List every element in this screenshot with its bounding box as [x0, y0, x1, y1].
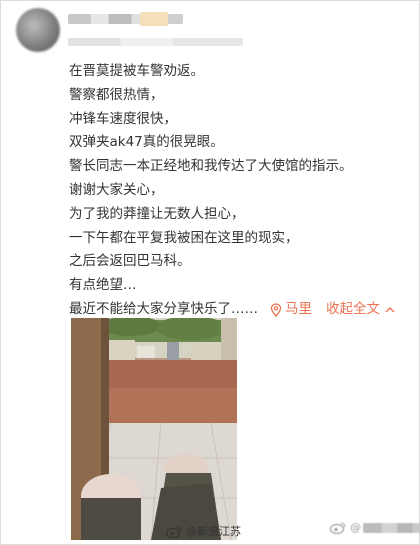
collapse-button[interactable]: 收起全文: [326, 298, 380, 322]
photo-scene: [71, 318, 237, 540]
blurred-timestamp: [68, 38, 243, 46]
watermark-source: @新浪江苏: [166, 523, 241, 539]
post-line: 警察都很热情，: [69, 86, 164, 103]
blurred-watermark-name: [363, 522, 420, 533]
post-line: 有点绝望…: [69, 277, 137, 294]
post-line: 一下午都在平复我被困在这里的现实，: [69, 229, 299, 246]
chevron-up-icon[interactable]: [385, 306, 395, 313]
post-line: 警长同志一本正经地和我传达了大使馆的指示。: [69, 158, 353, 175]
post-line: 之后会返回巴马科。: [69, 253, 191, 270]
post-photo[interactable]: [71, 318, 237, 540]
post-line: 冲锋车速度很快，: [69, 110, 177, 127]
avatar[interactable]: [16, 8, 60, 52]
blurred-badge: [140, 12, 168, 26]
post-line: 为了我的莽撞让无数人担心，: [69, 205, 245, 222]
location-link[interactable]: 马里: [285, 298, 312, 322]
post-header: [0, 0, 420, 62]
post-text: 在晋莫提被车警劝返。 警察都很热情， 冲锋车速度很快， 双弹夹ak47真的很晃眼…: [69, 60, 414, 322]
weibo-logo-icon: [330, 522, 346, 534]
post-line: 谢谢大家关心，: [69, 181, 164, 198]
watermark-blurred: @: [330, 521, 420, 534]
post-line: 双弹夹ak47真的很晃眼。: [69, 134, 224, 151]
post-line: 在晋莫提被车警劝返。: [69, 63, 204, 79]
watermark-blurred-text: @: [350, 521, 361, 534]
watermark-text: @新浪江苏: [186, 525, 241, 538]
weibo-logo-icon: [166, 525, 182, 538]
location-pin-icon: [270, 303, 282, 317]
